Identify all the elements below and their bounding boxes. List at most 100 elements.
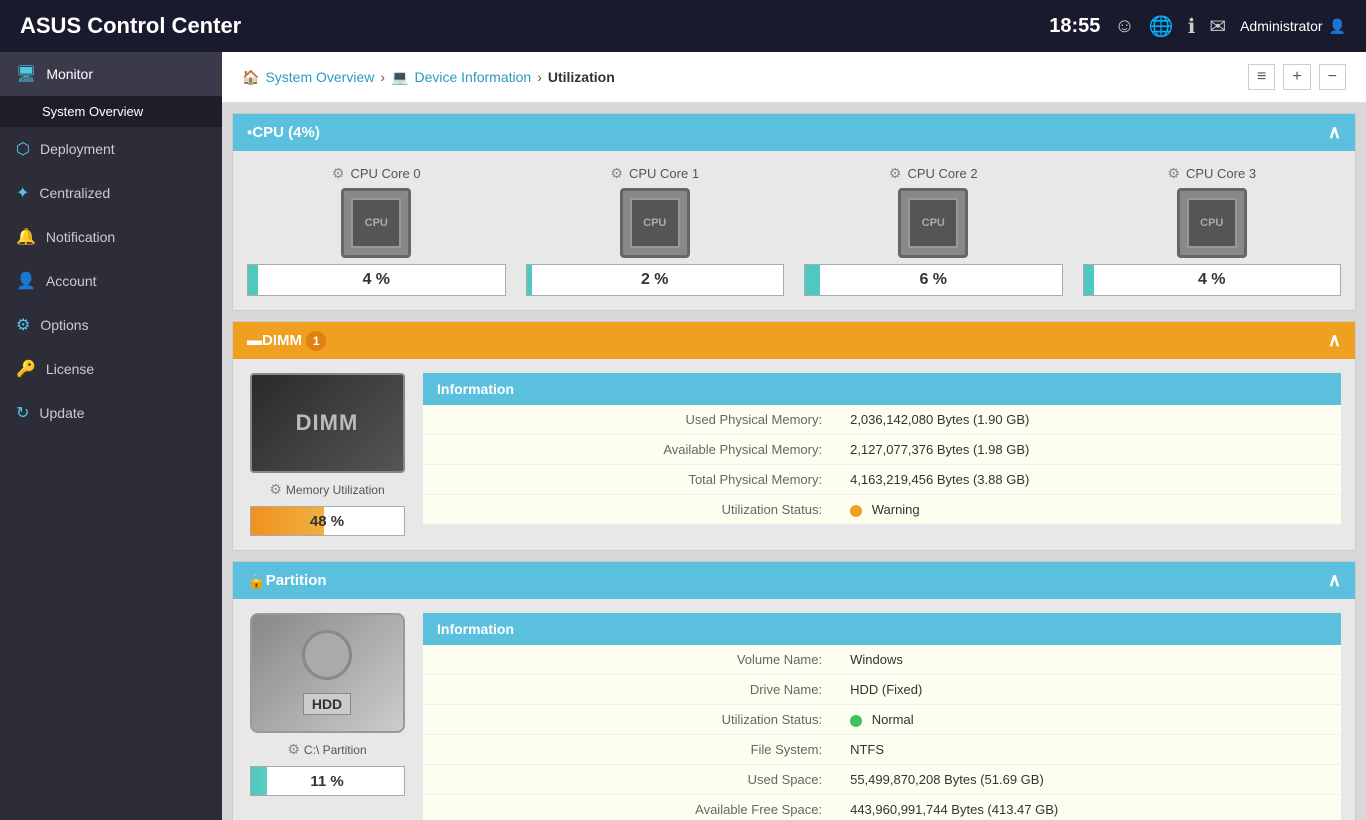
smiley-icon[interactable]: ☺ [1114, 15, 1134, 38]
partition-gear-icon: ⚙ [287, 741, 300, 758]
info-icon[interactable]: ℹ [1188, 14, 1196, 39]
cpu-core-2-gear-icon: ⚙ [889, 165, 902, 182]
table-row: Used Space: 55,499,870,208 Bytes (51.69 … [423, 765, 1341, 795]
dimm-img-text: DIMM [296, 410, 359, 436]
remove-button[interactable]: − [1319, 64, 1346, 90]
sidebar-sub-label: System Overview [42, 104, 143, 119]
partition-section-body: HDD ⚙ C:\ Partition 11 % [233, 599, 1355, 820]
partition-label: ⚙ C:\ Partition [287, 741, 366, 758]
cpu-core-3-image: CPU [1177, 188, 1247, 258]
cpu-core-3-header: ⚙ CPU Core 3 [1167, 165, 1256, 182]
dimm-field-value-2: 4,163,219,456 Bytes (3.88 GB) [836, 465, 1341, 495]
header-right: 18:55 ☺ 🌐 ℹ ✉ Administrator 👤 [1049, 14, 1346, 39]
dimm-section-header[interactable]: ▬ DIMM 1 ∧ [233, 322, 1355, 359]
dimm-label: ⚙ Memory Utilization [269, 481, 384, 498]
cpu-bar-label-0: 4 % [248, 271, 505, 289]
dimm-info-header: Information [423, 373, 1341, 405]
add-button[interactable]: + [1283, 64, 1310, 90]
breadcrumb-device[interactable]: Device Information [414, 69, 531, 85]
header-time: 18:55 [1049, 15, 1100, 38]
cpu-core-2-header: ⚙ CPU Core 2 [889, 165, 978, 182]
partition-section-header[interactable]: 🔒 Partition ∧ [233, 562, 1355, 599]
license-icon: 🔑 [16, 359, 36, 379]
table-row: Used Physical Memory: 2,036,142,080 Byte… [423, 405, 1341, 435]
sidebar-item-account[interactable]: 👤 Account [0, 259, 222, 303]
dimm-image: DIMM [250, 373, 405, 473]
list-view-button[interactable]: ≡ [1248, 64, 1275, 90]
cpu-bar-label-1: 2 % [527, 271, 784, 289]
partition-field-label-2: Utilization Status: [423, 705, 836, 735]
cpu-bar-3: 4 % [1083, 264, 1342, 296]
cpu-core-1-gear-icon: ⚙ [610, 165, 623, 182]
sidebar-label-update: Update [39, 405, 84, 421]
globe-icon[interactable]: 🌐 [1149, 14, 1174, 39]
sidebar-item-centralized[interactable]: ✦ Centralized [0, 171, 222, 215]
user-profile[interactable]: Administrator 👤 [1240, 18, 1346, 35]
cpu-core-0-label: CPU Core 0 [350, 166, 420, 181]
partition-status-value: Normal [872, 712, 914, 727]
partition-left-panel: HDD ⚙ C:\ Partition 11 % [247, 613, 407, 796]
table-row: Total Physical Memory: 4,163,219,456 Byt… [423, 465, 1341, 495]
table-row: Utilization Status: Warning [423, 495, 1341, 525]
centralized-icon: ✦ [16, 183, 29, 203]
cpu-core-2-image: CPU [898, 188, 968, 258]
partition-field-value-4: 55,499,870,208 Bytes (51.69 GB) [836, 765, 1341, 795]
mail-icon[interactable]: ✉ [1209, 14, 1226, 39]
breadcrumb-current: Utilization [548, 69, 615, 85]
cpu-core-0-gear-icon: ⚙ [332, 165, 345, 182]
partition-field-value-1: HDD (Fixed) [836, 675, 1341, 705]
account-icon: 👤 [16, 271, 36, 291]
dimm-status-value: Warning [872, 502, 920, 517]
sidebar-label-centralized: Centralized [39, 185, 110, 201]
normal-status-dot [850, 715, 862, 727]
user-avatar-icon: 👤 [1329, 18, 1346, 35]
dimm-field-label-1: Available Physical Memory: [423, 435, 836, 465]
dimm-info-table: Used Physical Memory: 2,036,142,080 Byte… [423, 405, 1341, 525]
cpu-bar-2: 6 % [804, 264, 1063, 296]
cpu-core-0: ⚙ CPU Core 0 CPU 4 % [247, 165, 506, 296]
sidebar-item-license[interactable]: 🔑 License [0, 347, 222, 391]
sidebar-label-monitor: Monitor [46, 66, 93, 82]
dimm-field-value-1: 2,127,077,376 Bytes (1.98 GB) [836, 435, 1341, 465]
dimm-badge: 1 [306, 331, 326, 351]
sidebar-sub-system-overview[interactable]: System Overview [0, 96, 222, 127]
sidebar-item-deployment[interactable]: ⬡ Deployment [0, 127, 222, 171]
dimm-field-label-0: Used Physical Memory: [423, 405, 836, 435]
main-content: ▪ CPU (4%) ∧ ⚙ CPU Core 0 CPU [222, 103, 1366, 820]
partition-collapse-button[interactable]: ∧ [1328, 570, 1341, 591]
sidebar-item-monitor[interactable]: 🖥 Monitor [0, 52, 222, 96]
cpu-chip-1: CPU [630, 198, 680, 248]
table-row: Utilization Status: Normal [423, 705, 1341, 735]
partition-section-title: Partition [266, 572, 327, 589]
sidebar-label-license: License [46, 361, 94, 377]
partition-field-value-5: 443,960,991,744 Bytes (413.47 GB) [836, 795, 1341, 820]
sidebar-label-notification: Notification [46, 229, 115, 245]
dimm-collapse-button[interactable]: ∧ [1328, 330, 1341, 351]
hdd-platter [302, 630, 352, 680]
cpu-section: ▪ CPU (4%) ∧ ⚙ CPU Core 0 CPU [232, 113, 1356, 311]
partition-info-table: Volume Name: Windows Drive Name: HDD (Fi… [423, 645, 1341, 820]
sidebar-item-options[interactable]: ⚙ Options [0, 303, 222, 347]
partition-field-label-3: File System: [423, 735, 836, 765]
breadcrumb-home[interactable]: System Overview [265, 69, 374, 85]
breadcrumb: 🏠 System Overview › 💻 Device Information… [222, 52, 1366, 103]
hdd-image: HDD [250, 613, 405, 733]
hdd-img-content: HDD [302, 630, 352, 716]
cpu-bar-0: 4 % [247, 264, 506, 296]
cpu-chip-3: CPU [1187, 198, 1237, 248]
cpu-collapse-button[interactable]: ∧ [1328, 122, 1341, 143]
table-row: File System: NTFS [423, 735, 1341, 765]
table-row: Available Physical Memory: 2,127,077,376… [423, 435, 1341, 465]
dimm-section-body: DIMM ⚙ Memory Utilization 48 % [233, 359, 1355, 550]
partition-field-label-4: Used Space: [423, 765, 836, 795]
sidebar-item-notification[interactable]: 🔔 Notification [0, 215, 222, 259]
dimm-section-icon: ▬ [247, 332, 262, 349]
cpu-section-body: ⚙ CPU Core 0 CPU 4 % [233, 151, 1355, 310]
sidebar-label-account: Account [46, 273, 97, 289]
cpu-core-1-image: CPU [620, 188, 690, 258]
partition-info-panel: Information Volume Name: Windows Drive N… [423, 613, 1341, 820]
cpu-section-header[interactable]: ▪ CPU (4%) ∧ [233, 114, 1355, 151]
sidebar-item-update[interactable]: ↻ Update [0, 391, 222, 435]
update-icon: ↻ [16, 403, 29, 423]
options-icon: ⚙ [16, 315, 30, 335]
